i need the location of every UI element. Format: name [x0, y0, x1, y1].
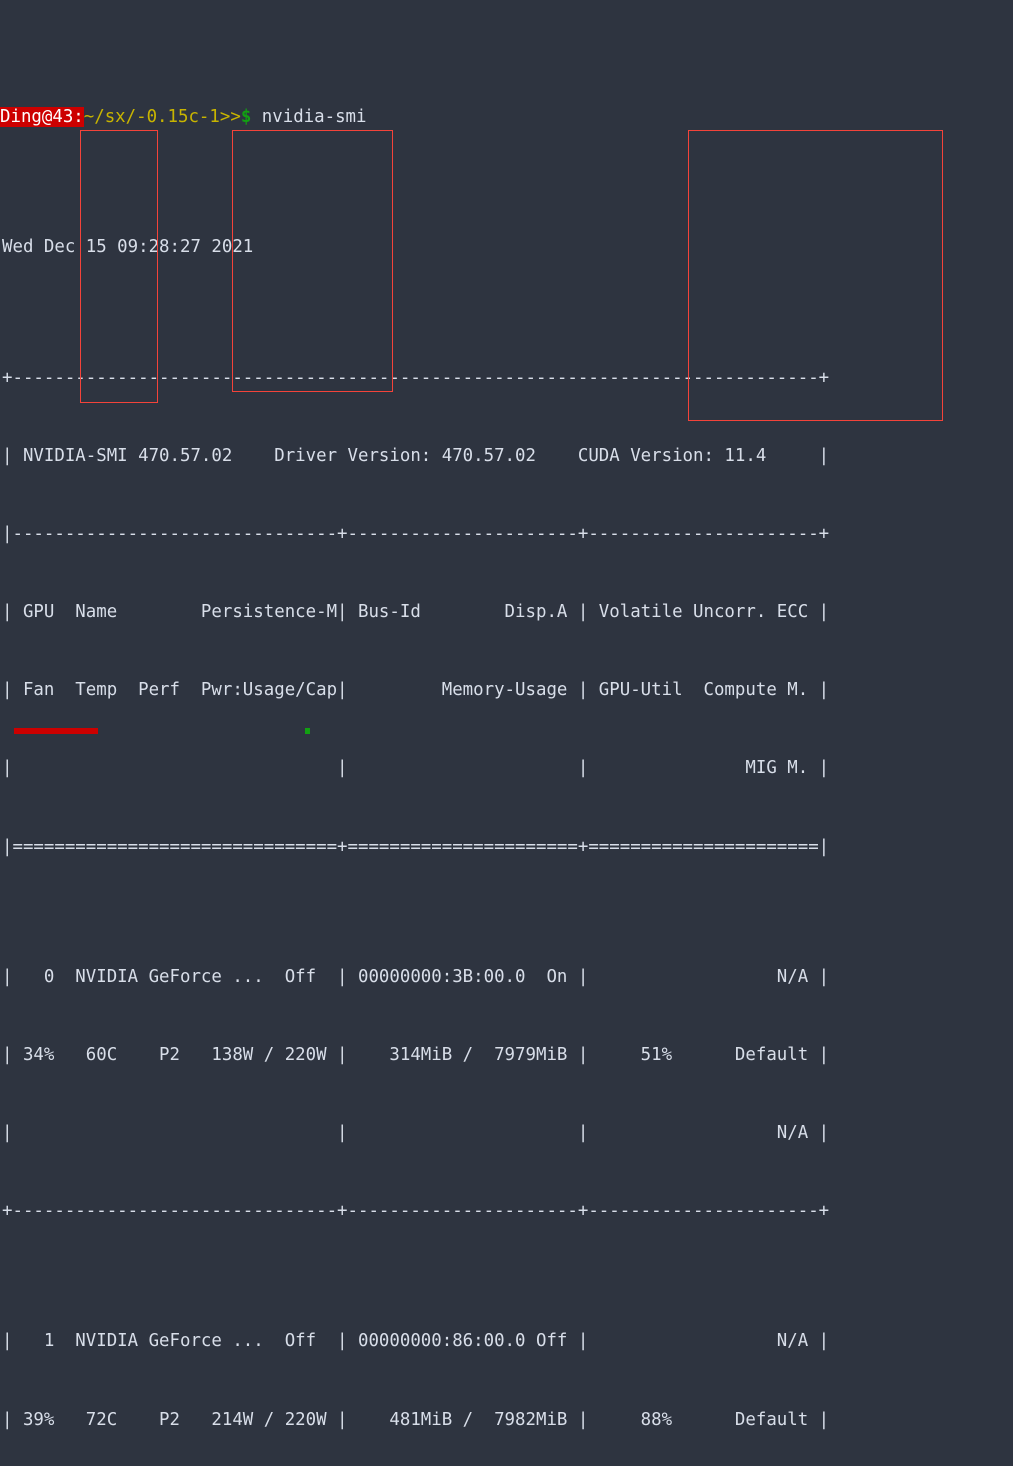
next-prompt-partial [14, 728, 98, 734]
smi-header-row-3: | | | MIG M. | [2, 758, 830, 779]
terminal-window[interactable]: Ding@43:~/sx/-0.15c-1>>$ nvidia-smi Wed … [0, 0, 1013, 1430]
prompt-user-host: Ding@43: [0, 107, 84, 128]
gpu-0-divider: +-------------------------------+-------… [2, 1201, 830, 1222]
smi-header-double-divider: |===============================+=======… [2, 836, 830, 857]
gpu-1-line-1: | 1 NVIDIA GeForce ... Off | 00000000:86… [2, 1331, 830, 1352]
annotation-persistence-power-box [232, 130, 393, 392]
gpu-0-line-2: | 34% 60C P2 138W / 220W | 314MiB / 7979… [2, 1044, 830, 1065]
prompt-line: Ding@43:~/sx/-0.15c-1>>$ nvidia-smi [0, 104, 1013, 130]
prompt-dollar-sign: $ [240, 107, 252, 128]
date-line: Wed Dec 15 09:28:27 2021 [2, 237, 254, 258]
smi-top-border: +---------------------------------------… [2, 367, 830, 388]
smi-header-row-1: | GPU Name Persistence-M| Bus-Id Disp.A … [2, 602, 830, 623]
annotation-name-temp-box [80, 130, 158, 403]
prompt-path: ~/sx/-0.15c-1>> [83, 107, 241, 128]
gpu-0-line-3: | | | N/A | [2, 1123, 830, 1144]
gpu-1-line-2: | 39% 72C P2 214W / 220W | 481MiB / 7982… [2, 1409, 830, 1430]
smi-header-row-2: | Fan Temp Perf Pwr:Usage/Cap| Memory-Us… [2, 680, 830, 701]
next-prompt-cursor [305, 728, 310, 734]
smi-header-divider: |-------------------------------+-------… [2, 523, 830, 544]
smi-version-line: | NVIDIA-SMI 470.57.02 Driver Version: 4… [2, 445, 830, 466]
command-text: nvidia-smi [251, 107, 367, 128]
gpu-0-line-1: | 0 NVIDIA GeForce ... Off | 00000000:3B… [2, 966, 830, 987]
